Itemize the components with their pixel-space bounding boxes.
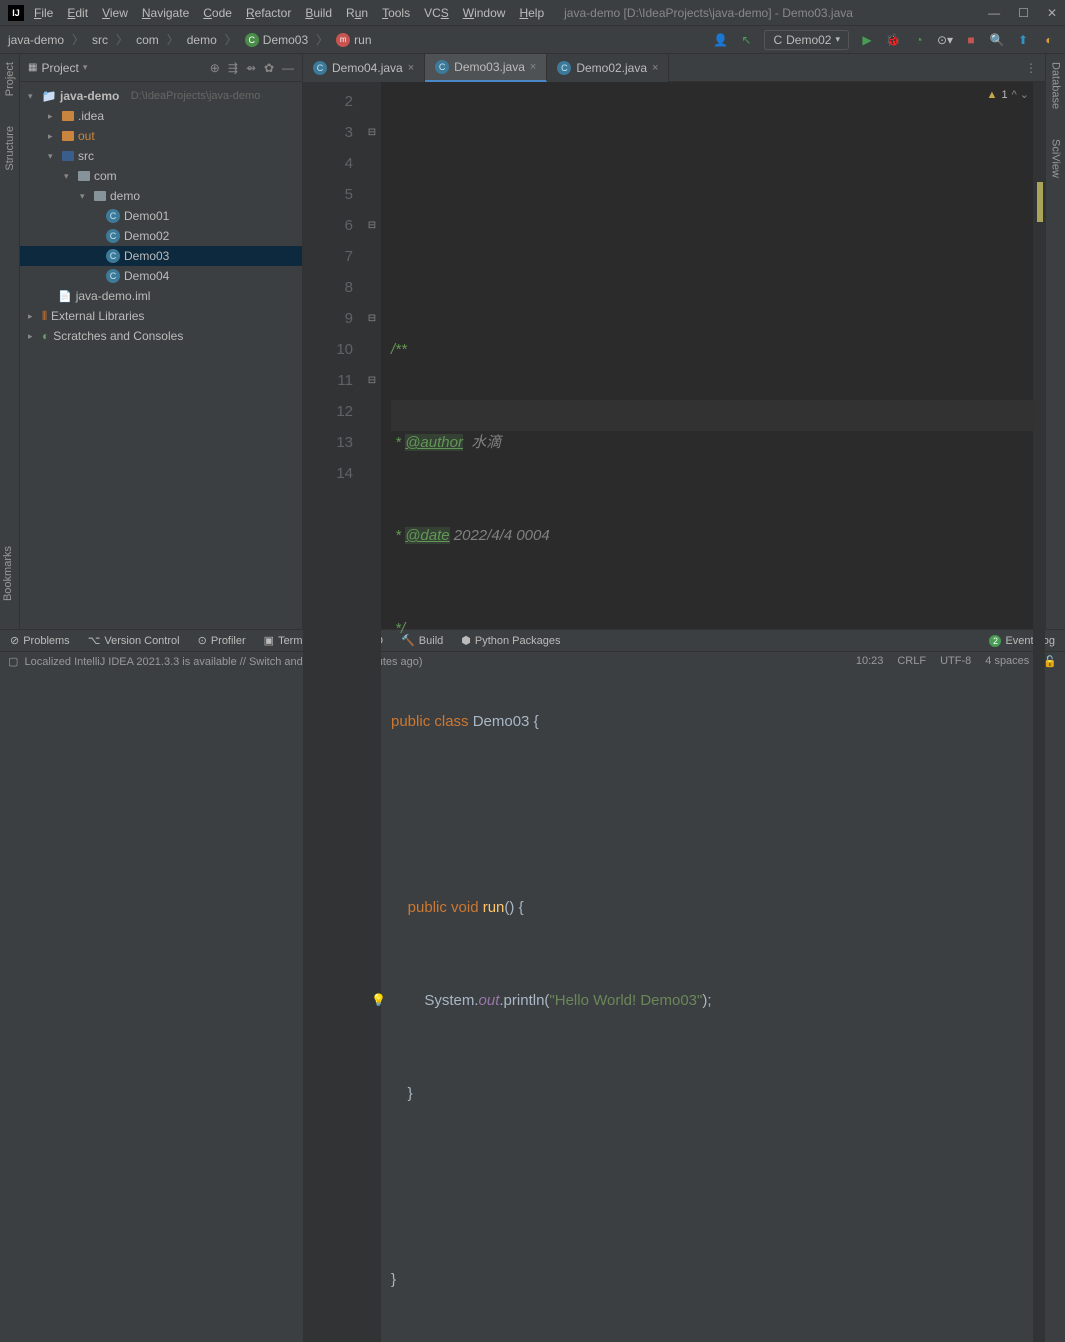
menu-vcs[interactable]: VCS xyxy=(424,6,449,20)
close-button[interactable]: ✕ xyxy=(1047,6,1057,20)
tree-demo02[interactable]: CDemo02 xyxy=(20,226,302,246)
title-bar: IJ File Edit View Navigate Code Refactor… xyxy=(0,0,1065,26)
crumb-method[interactable]: run xyxy=(354,33,371,47)
tab-version-control[interactable]: ⌥Version Control xyxy=(88,634,180,647)
tree-demo01[interactable]: CDemo01 xyxy=(20,206,302,226)
settings-icon[interactable]: ✿ xyxy=(264,61,274,75)
class-icon: C xyxy=(773,33,782,47)
project-panel: ▦ Project ▾ ⊕ ⇶ ⇴ ✿ — ▾java-demo D:\Idea… xyxy=(20,54,303,629)
menu-run[interactable]: Run xyxy=(346,6,368,20)
class-icon: C xyxy=(245,33,259,47)
ide-icon[interactable]: ◐ xyxy=(1041,32,1057,48)
right-tool-tabs: Database SciView xyxy=(1045,54,1065,629)
crumb-com[interactable]: com xyxy=(136,33,159,47)
tab-problems[interactable]: ⊘Problems xyxy=(10,634,70,647)
debug-icon[interactable]: 🐞 xyxy=(885,32,901,48)
tab-demo02[interactable]: CDemo02.java× xyxy=(547,54,669,82)
warning-icon: ▲ xyxy=(987,89,998,101)
intention-bulb-icon[interactable]: 💡 xyxy=(371,985,386,1016)
tool-window-icon[interactable]: ▢ xyxy=(8,655,18,668)
tree-idea[interactable]: ▸.idea xyxy=(20,106,302,126)
menu-refactor[interactable]: Refactor xyxy=(246,6,291,20)
inspection-badge[interactable]: ▲ 1 ^ ⌄ xyxy=(987,88,1029,101)
tree-demo03[interactable]: CDemo03 xyxy=(20,246,302,266)
menu-code[interactable]: Code xyxy=(203,6,232,20)
select-opened-icon[interactable]: ⊕ xyxy=(210,61,220,75)
tree-scratches[interactable]: ▸◐Scratches and Consoles xyxy=(20,326,302,346)
tree-com[interactable]: ▾com xyxy=(20,166,302,186)
close-tab-icon[interactable]: × xyxy=(408,62,414,74)
back-arrow-icon[interactable]: ↖ xyxy=(738,32,754,48)
tree-root[interactable]: ▾java-demo D:\IdeaProjects\java-demo xyxy=(20,86,302,106)
breadcrumb: java-demo〉 src〉 com〉 demo〉 C Demo03〉 m r… xyxy=(8,31,372,48)
main-menu: File Edit View Navigate Code Refactor Bu… xyxy=(34,6,544,20)
maximize-button[interactable]: ☐ xyxy=(1018,6,1029,20)
collapse-all-icon[interactable]: ⇴ xyxy=(246,61,256,75)
code-editor[interactable]: 234567891011121314 ⊟ ⊟ ⊟ ⊟ /** * @author… xyxy=(303,82,1045,1342)
crumb-project[interactable]: java-demo xyxy=(8,33,64,47)
menu-tools[interactable]: Tools xyxy=(382,6,410,20)
tree-external-libs[interactable]: ▸⫴External Libraries xyxy=(20,306,302,326)
coverage-icon[interactable]: ◔ xyxy=(911,32,927,48)
tab-sciview[interactable]: SciView xyxy=(1050,139,1062,178)
tree-demo[interactable]: ▾demo xyxy=(20,186,302,206)
project-header[interactable]: ▦ Project ▾ xyxy=(28,61,87,75)
tab-project[interactable]: Project xyxy=(4,62,16,96)
tree-out[interactable]: ▸out xyxy=(20,126,302,146)
search-icon[interactable]: 🔍 xyxy=(989,32,1005,48)
profiler-icon[interactable]: ⊙▾ xyxy=(937,32,953,48)
run-icon[interactable]: ▶ xyxy=(859,32,875,48)
tab-profiler[interactable]: ⊙Profiler xyxy=(198,634,246,647)
menu-view[interactable]: View xyxy=(102,6,128,20)
fold-gutter[interactable]: ⊟ ⊟ ⊟ ⊟ xyxy=(363,82,381,1342)
stop-icon[interactable]: ■ xyxy=(963,32,979,48)
crumb-src[interactable]: src xyxy=(92,33,108,47)
expand-all-icon[interactable]: ⇶ xyxy=(228,61,238,75)
close-tab-icon[interactable]: × xyxy=(652,62,658,74)
minimize-button[interactable]: — xyxy=(988,6,1000,20)
tree-src[interactable]: ▾src xyxy=(20,146,302,166)
editor-tabs: CDemo04.java× CDemo03.java× CDemo02.java… xyxy=(303,54,1045,82)
navigation-bar: java-demo〉 src〉 com〉 demo〉 C Demo03〉 m r… xyxy=(0,26,1065,54)
run-config-selector[interactable]: C Demo02 ▾ xyxy=(764,30,849,50)
tab-bookmarks[interactable]: Bookmarks xyxy=(2,546,14,601)
tab-structure[interactable]: Structure xyxy=(4,126,16,171)
method-icon: m xyxy=(336,33,350,47)
menu-file[interactable]: File xyxy=(34,6,53,20)
tab-demo04[interactable]: CDemo04.java× xyxy=(303,54,425,82)
hide-icon[interactable]: — xyxy=(282,61,294,75)
menu-edit[interactable]: Edit xyxy=(67,6,88,20)
project-tree: ▾java-demo D:\IdeaProjects\java-demo ▸.i… xyxy=(20,82,302,629)
menu-help[interactable]: Help xyxy=(519,6,544,20)
menu-navigate[interactable]: Navigate xyxy=(142,6,189,20)
add-user-icon[interactable]: 👤 xyxy=(712,32,728,48)
crumb-demo[interactable]: demo xyxy=(187,33,217,47)
close-tab-icon[interactable]: × xyxy=(530,61,536,73)
window-title: java-demo [D:\IdeaProjects\java-demo] - … xyxy=(564,6,988,20)
tab-database[interactable]: Database xyxy=(1050,62,1062,109)
tab-menu-icon[interactable]: ⋮ xyxy=(1025,61,1037,75)
crumb-class[interactable]: Demo03 xyxy=(263,33,308,47)
tab-demo03[interactable]: CDemo03.java× xyxy=(425,54,547,82)
line-gutter: 234567891011121314 xyxy=(303,82,363,1342)
menu-window[interactable]: Window xyxy=(463,6,506,20)
tree-iml[interactable]: 📄java-demo.iml xyxy=(20,286,302,306)
editor-area: CDemo04.java× CDemo03.java× CDemo02.java… xyxy=(303,54,1045,629)
menu-build[interactable]: Build xyxy=(305,6,332,20)
tree-demo04[interactable]: CDemo04 xyxy=(20,266,302,286)
app-icon: IJ xyxy=(8,5,24,21)
left-tool-tabs: Project Structure xyxy=(0,54,20,629)
update-icon[interactable]: ⬆ xyxy=(1015,32,1031,48)
readonly-icon[interactable]: 🔓 xyxy=(1043,655,1057,668)
